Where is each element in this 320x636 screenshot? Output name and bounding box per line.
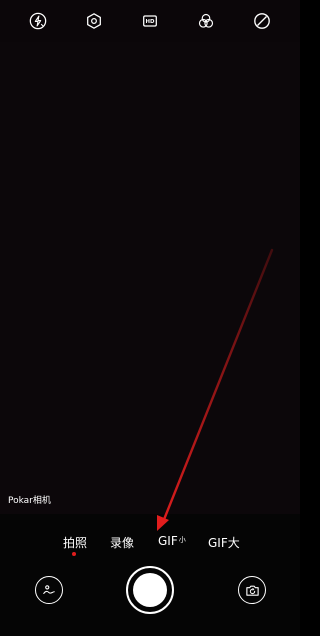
flash-off-icon[interactable] (28, 11, 48, 31)
filter-icon[interactable] (196, 11, 216, 31)
mode-photo[interactable]: 拍照 (63, 534, 87, 551)
mode-video[interactable]: 录像 (110, 534, 134, 551)
mode-gif-large[interactable]: GIF大 (208, 534, 240, 551)
shutter-button[interactable] (126, 566, 174, 614)
viewfinder[interactable] (0, 42, 300, 514)
mode-selector: 拍照 录像 GIF小 GIF大 (0, 514, 300, 566)
app-watermark: Pokar相机 (8, 496, 51, 506)
settings-icon[interactable] (84, 11, 104, 31)
camera-screen: HD Pokar相机 拍照 录像 GIF小 GIF大 (0, 0, 300, 636)
mode-gif-small[interactable]: GIF小 (158, 534, 186, 548)
mode-gif-small-suffix: 小 (178, 536, 186, 544)
shutter-inner (133, 573, 167, 607)
switch-camera-button[interactable] (238, 576, 266, 604)
mode-gif-small-label: GIF (158, 534, 178, 548)
hd-label: HD (146, 19, 155, 25)
hd-icon[interactable]: HD (140, 11, 160, 31)
bottom-controls (0, 566, 300, 636)
gallery-icon (43, 585, 55, 595)
switch-camera-icon (245, 585, 259, 596)
gallery-button[interactable] (35, 576, 63, 604)
no-effect-icon[interactable] (252, 11, 272, 31)
top-toolbar: HD (0, 0, 300, 42)
active-mode-indicator (72, 552, 76, 556)
